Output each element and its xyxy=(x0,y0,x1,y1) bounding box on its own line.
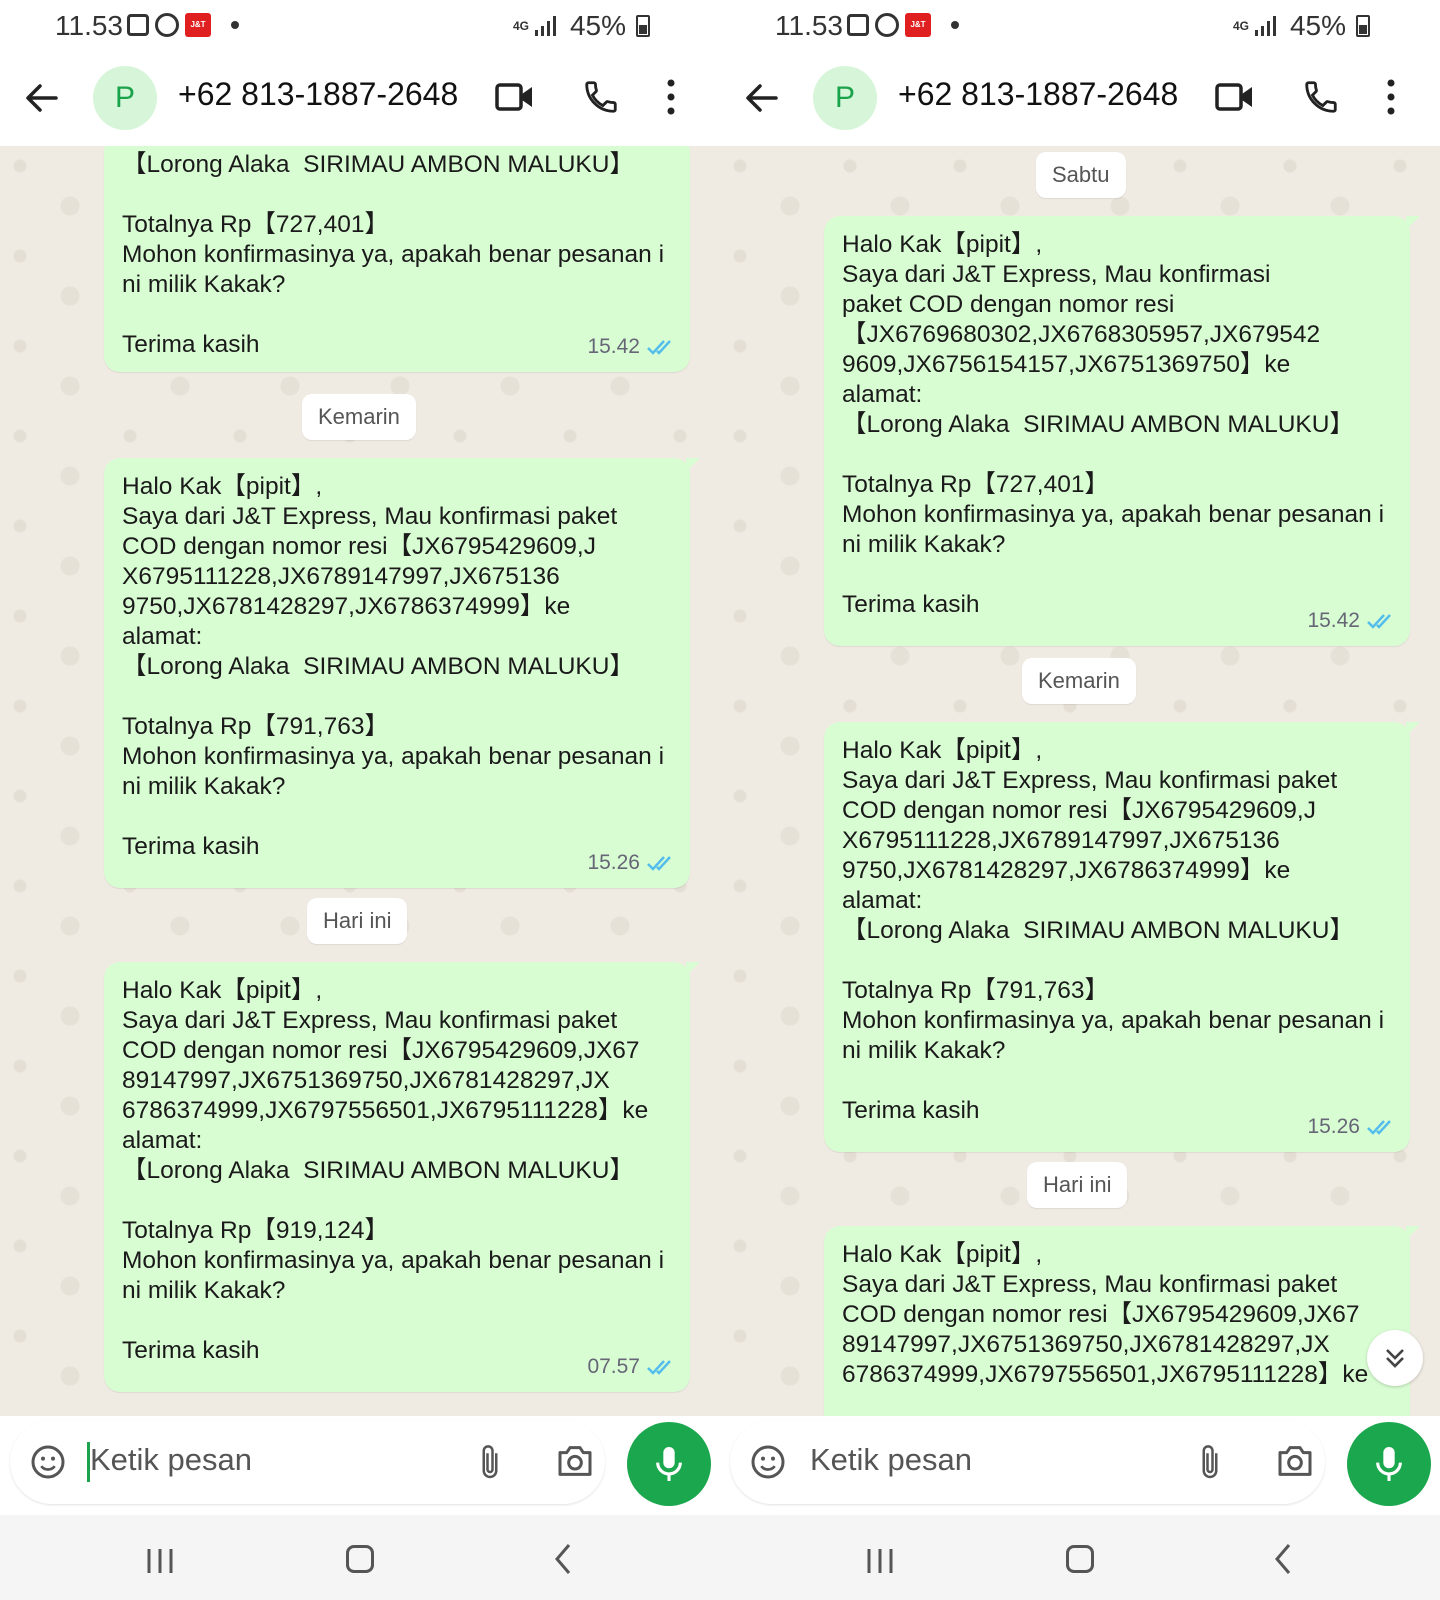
chat-header: P +62 813-1887-2648 xyxy=(720,50,1440,146)
attach-icon[interactable] xyxy=(475,1442,505,1482)
read-receipt-icon xyxy=(647,340,671,355)
read-receipt-icon xyxy=(647,1360,671,1375)
back-arrow-icon[interactable] xyxy=(22,78,62,118)
message-text: Halo Kak【pipit】, Saya dari J&T Express, … xyxy=(122,473,665,860)
date-separator: Hari ini xyxy=(1027,1162,1128,1208)
status-time: 11.53 xyxy=(775,10,843,41)
status-bar: 11.53 J&T 4G 45% xyxy=(720,0,1440,50)
message-text: Halo Kak【pipit】, Saya dari J&T Express, … xyxy=(842,231,1385,618)
message-text: 【Lorong Alaka SIRIMAU AMBON MALUKU】 Tota… xyxy=(122,151,665,358)
message-time: 15.42 xyxy=(1307,609,1360,632)
date-separator: Hari ini xyxy=(307,898,408,944)
message-bubble[interactable]: Halo Kak【pipit】, Saya dari J&T Express, … xyxy=(824,1226,1420,1416)
back-arrow-icon[interactable] xyxy=(742,78,782,118)
avatar[interactable]: P xyxy=(93,66,157,130)
camera-icon[interactable] xyxy=(1275,1442,1315,1480)
message-bubble[interactable]: Halo Kak【pipit】, Saya dari J&T Express, … xyxy=(824,722,1420,1152)
contact-name[interactable]: +62 813-1887-2648 xyxy=(178,76,458,113)
home-icon[interactable] xyxy=(1066,1545,1094,1573)
more-options-icon[interactable] xyxy=(665,78,677,116)
gallery-icon xyxy=(127,14,149,36)
recent-apps-icon[interactable] xyxy=(865,1547,895,1575)
message-bubble[interactable]: Halo Kak【pipit】, Saya dari J&T Express, … xyxy=(824,216,1420,646)
sticker-icon[interactable] xyxy=(748,1442,788,1482)
jnt-icon: J&T xyxy=(905,13,931,37)
message-input[interactable]: Ketik pesan xyxy=(810,1442,972,1478)
video-call-icon[interactable] xyxy=(1215,80,1255,114)
voice-message-button[interactable] xyxy=(1347,1422,1431,1506)
chat-header: P +62 813-1887-2648 xyxy=(0,50,720,146)
battery-icon xyxy=(636,15,650,37)
phone-call-icon[interactable] xyxy=(582,78,620,116)
nav-back-icon[interactable] xyxy=(553,1543,573,1575)
notification-icons: J&T xyxy=(847,13,959,37)
recent-apps-icon[interactable] xyxy=(145,1547,175,1575)
status-bar: 11.53 J&T 4G 45% xyxy=(0,0,720,50)
sticker-icon[interactable] xyxy=(28,1442,68,1482)
read-receipt-icon xyxy=(647,856,671,871)
message-bubble[interactable]: Halo Kak【pipit】, Saya dari J&T Express, … xyxy=(104,962,700,1392)
battery-icon xyxy=(1356,15,1370,37)
signal-icon xyxy=(534,16,556,36)
microphone-icon xyxy=(656,1447,682,1481)
status-right: 4G 45% xyxy=(1233,10,1370,42)
system-nav-bar xyxy=(0,1515,720,1600)
read-receipt-icon xyxy=(1367,614,1391,629)
battery-percent: 45% xyxy=(1289,10,1346,41)
message-text: Halo Kak【pipit】, Saya dari J&T Express, … xyxy=(842,737,1385,1124)
jnt-icon: J&T xyxy=(185,13,211,37)
message-bubble[interactable]: Halo Kak【pipit】, Saya dari J&T Express, … xyxy=(104,458,700,888)
date-separator: Kemarin xyxy=(302,394,416,440)
message-composer: Ketik pesan xyxy=(10,1420,605,1504)
notification-icons: J&T xyxy=(127,13,239,37)
read-receipt-icon xyxy=(1367,1120,1391,1135)
message-time: 07.57 xyxy=(587,1355,640,1378)
video-call-icon[interactable] xyxy=(495,80,535,114)
message-text: Halo Kak【pipit】, Saya dari J&T Express, … xyxy=(842,1241,1369,1388)
message-input[interactable]: Ketik pesan xyxy=(90,1442,252,1478)
system-nav-bar xyxy=(720,1515,1440,1600)
microphone-icon xyxy=(1376,1447,1402,1481)
whatsapp-icon xyxy=(155,13,179,37)
message-meta: 15.26 xyxy=(1307,1112,1396,1142)
message-meta: 15.26 xyxy=(587,848,676,878)
nav-back-icon[interactable] xyxy=(1273,1543,1293,1575)
battery-percent: 45% xyxy=(569,10,626,41)
message-time: 15.26 xyxy=(587,851,640,874)
message-meta: 07.57 xyxy=(587,1352,676,1382)
contact-name[interactable]: +62 813-1887-2648 xyxy=(898,76,1178,113)
message-time: 15.42 xyxy=(587,335,640,358)
voice-message-button[interactable] xyxy=(627,1422,711,1506)
more-notifications-icon xyxy=(951,21,959,29)
camera-icon[interactable] xyxy=(555,1442,595,1480)
message-meta: 15.42 xyxy=(1307,606,1396,636)
gallery-icon xyxy=(847,14,869,36)
message-bubble[interactable]: 【Lorong Alaka SIRIMAU AMBON MALUKU】 Tota… xyxy=(104,146,690,372)
chat-area[interactable]: 【Lorong Alaka SIRIMAU AMBON MALUKU】 Tota… xyxy=(0,146,720,1416)
double-chevron-down-icon xyxy=(1386,1349,1404,1368)
scroll-to-bottom-button[interactable] xyxy=(1367,1330,1423,1386)
phone-screen-left: 11.53 J&T 4G 45% P +62 813-1887-2648 【Lo… xyxy=(0,0,720,1600)
phone-screen-right: 11.53 J&T 4G 45% P +62 813-1887-2648 Sab… xyxy=(720,0,1440,1600)
phone-call-icon[interactable] xyxy=(1302,78,1340,116)
whatsapp-icon xyxy=(875,13,899,37)
home-icon[interactable] xyxy=(346,1545,374,1573)
message-composer: Ketik pesan xyxy=(730,1420,1325,1504)
status-right: 4G 45% xyxy=(513,10,650,42)
avatar[interactable]: P xyxy=(813,66,877,130)
signal-icon xyxy=(1254,16,1276,36)
network-icon: 4G xyxy=(1232,18,1249,33)
date-separator: Sabtu xyxy=(1036,152,1126,198)
attach-icon[interactable] xyxy=(1195,1442,1225,1482)
message-text: Halo Kak【pipit】, Saya dari J&T Express, … xyxy=(122,977,665,1364)
date-separator: Kemarin xyxy=(1022,658,1136,704)
message-meta: 15.42 xyxy=(587,332,676,362)
more-notifications-icon xyxy=(231,21,239,29)
more-options-icon[interactable] xyxy=(1385,78,1397,116)
message-time: 15.26 xyxy=(1307,1115,1360,1138)
status-time: 11.53 xyxy=(55,10,123,41)
network-icon: 4G xyxy=(512,18,529,33)
chat-area[interactable]: Sabtu Halo Kak【pipit】, Saya dari J&T Exp… xyxy=(720,146,1440,1416)
